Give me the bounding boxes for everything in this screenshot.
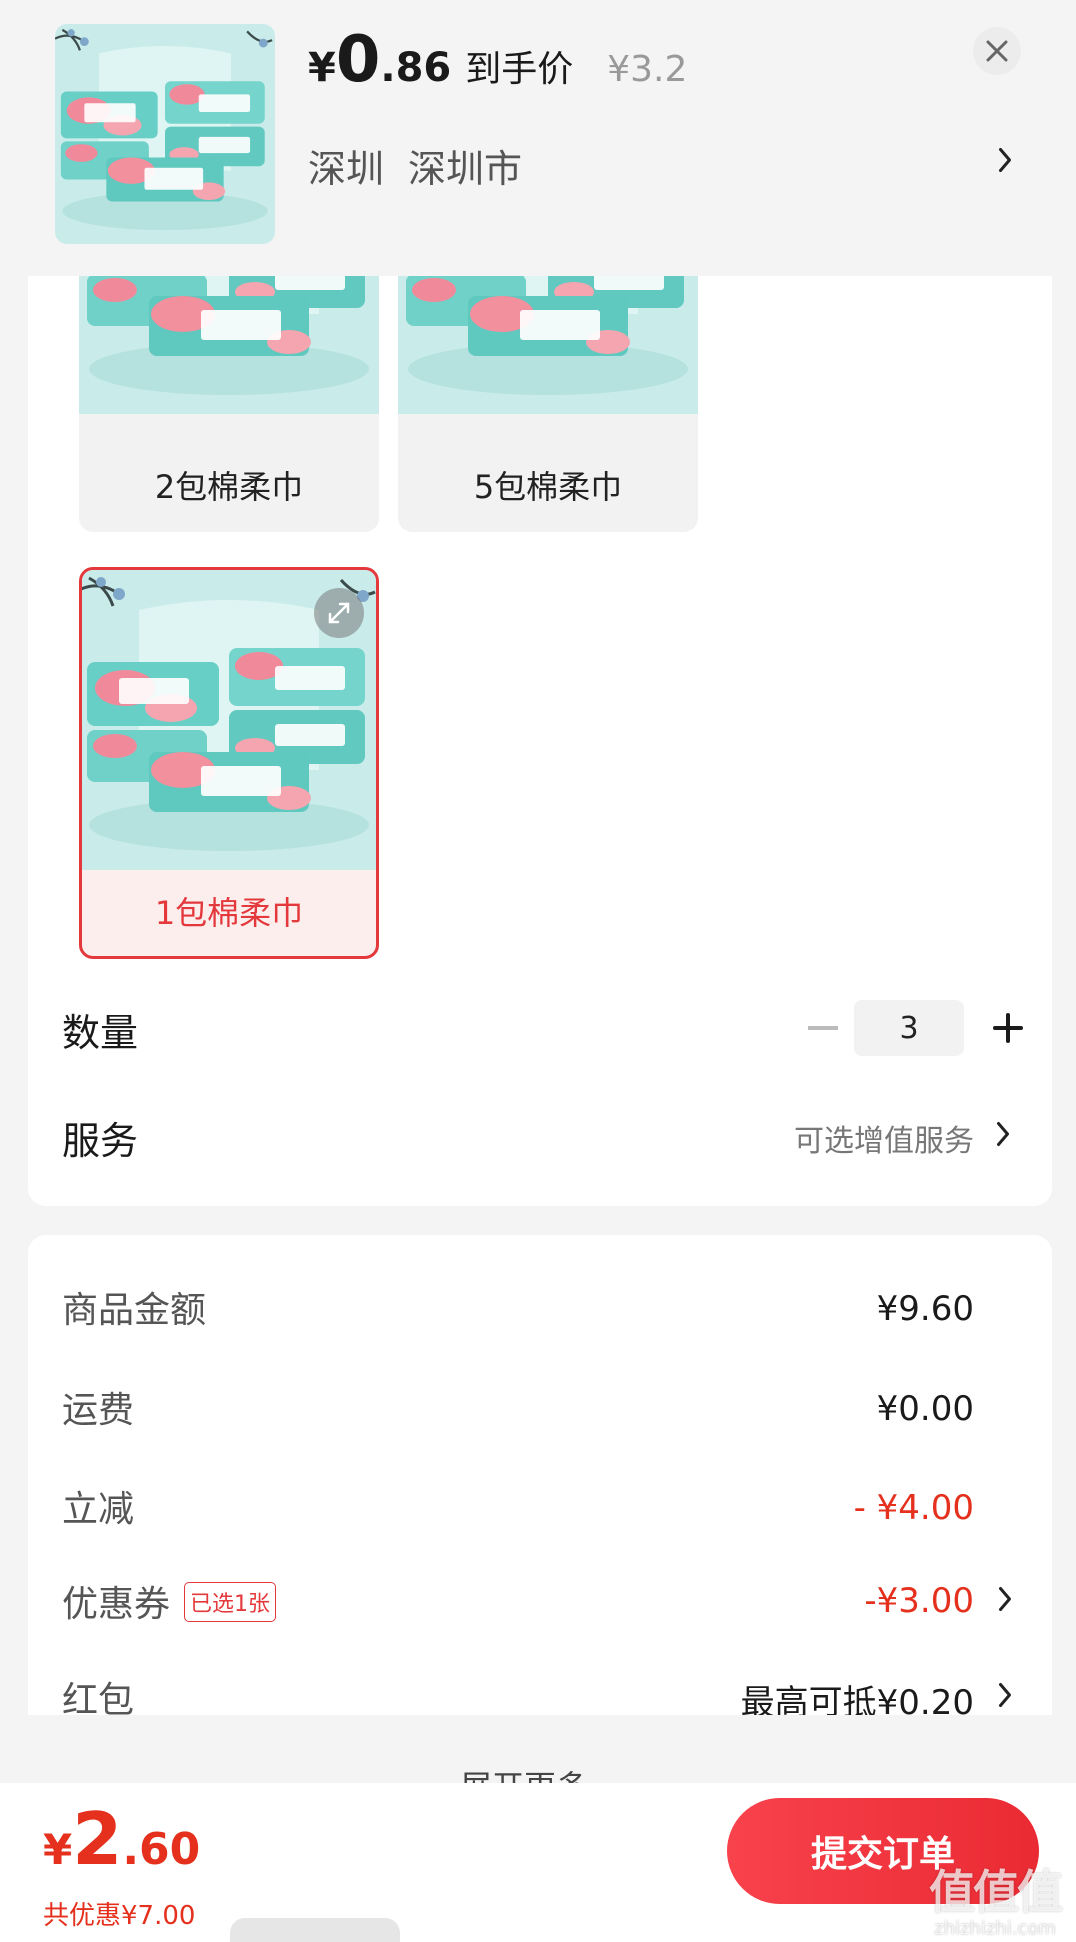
chevron-right-icon[interactable] xyxy=(994,1119,1012,1149)
discount-label: 立减 xyxy=(62,1489,135,1530)
sku-option-2pack[interactable]: 2包棉柔巾 xyxy=(79,276,379,532)
red-packet-value[interactable]: 最高可抵¥0.20 xyxy=(741,1675,974,1715)
sku-option-1pack[interactable]: 1包棉柔巾 xyxy=(79,567,379,959)
service-label: 服务 xyxy=(62,1119,139,1163)
coupon-tag: 已选1张 xyxy=(184,1582,277,1622)
total-savings: 共优惠¥7.00 xyxy=(43,1901,196,1931)
original-price: ¥3.2 xyxy=(607,49,688,90)
price-integer: 0 xyxy=(335,23,381,97)
quantity-input[interactable]: 3 xyxy=(854,1000,964,1056)
zoom-button[interactable] xyxy=(314,588,364,638)
zoom-icon xyxy=(328,602,350,624)
quantity-label: 数量 xyxy=(62,1011,139,1055)
sku-image xyxy=(79,276,379,414)
product-thumbnail[interactable] xyxy=(55,24,275,244)
shipping-value: ¥0.00 xyxy=(876,1389,974,1429)
total-integer: 2 xyxy=(72,1797,123,1881)
quantity-decrease-button[interactable] xyxy=(801,1006,845,1050)
product-image xyxy=(55,24,275,244)
sku-image xyxy=(398,276,698,414)
fee-card: 商品金额 ¥9.60 运费 ¥0.00 立减 - ¥4.00 优惠券 已选1张 -… xyxy=(28,1235,1052,1715)
total-decimal: .60 xyxy=(122,1824,201,1875)
price-decimal: .86 xyxy=(380,45,452,91)
sku-label: 2包棉柔巾 xyxy=(154,468,304,506)
sku-label: 1包棉柔巾 xyxy=(154,894,304,932)
coupon-label: 优惠券 xyxy=(62,1584,171,1625)
plus-icon xyxy=(993,1013,1023,1043)
close-icon xyxy=(986,40,1008,62)
watermark-logo: 值值值 xyxy=(929,1865,1063,1919)
currency-symbol: ¥ xyxy=(308,45,336,91)
watermark-url: zhizhizhi.com xyxy=(934,1918,1056,1939)
sku-option-5pack[interactable]: 5包棉柔巾 xyxy=(398,276,698,532)
delivery-address[interactable]: 深圳 深圳市 xyxy=(308,138,522,193)
coupon-value[interactable]: -¥3.00 xyxy=(864,1581,974,1621)
product-header: ¥ 0 .86 到手价 ¥3.2 深圳 深圳市 xyxy=(0,0,1076,276)
coupon-row[interactable]: 优惠券 已选1张 xyxy=(62,1575,277,1627)
chevron-right-icon[interactable] xyxy=(996,1584,1014,1614)
chevron-right-icon[interactable] xyxy=(996,1680,1014,1710)
watermark: 值值值 zhizhizhi.com xyxy=(920,1856,1070,1939)
sku-label: 5包棉柔巾 xyxy=(473,468,623,506)
goods-amount-value: ¥9.60 xyxy=(876,1289,974,1329)
service-hint[interactable]: 可选增值服务 xyxy=(794,1116,974,1160)
address-city: 深圳 xyxy=(308,147,385,191)
quantity-increase-button[interactable] xyxy=(986,1006,1030,1050)
total-price: ¥ 2 .60 xyxy=(43,1803,200,1875)
checkout-bar: ¥ 2 .60 共优惠¥7.00 提交订单 xyxy=(0,1783,1076,1942)
red-packet-label: 红包 xyxy=(62,1680,135,1715)
minus-icon xyxy=(808,1026,838,1030)
discount-value: - ¥4.00 xyxy=(853,1488,974,1528)
chevron-right-icon[interactable] xyxy=(996,145,1014,175)
address-district: 深圳市 xyxy=(408,147,523,191)
price-label: 到手价 xyxy=(465,49,574,90)
home-indicator xyxy=(230,1918,400,1942)
total-currency-symbol: ¥ xyxy=(43,1825,73,1874)
sku-card: 2包棉柔巾 5包棉柔巾 1包棉柔巾 数量 3 服务 可选增值服务 xyxy=(28,276,1052,1206)
final-price: ¥ 0 .86 到手价 ¥3.2 xyxy=(308,28,687,92)
shipping-label: 运费 xyxy=(62,1390,135,1431)
close-button[interactable] xyxy=(973,27,1021,75)
goods-amount-label: 商品金额 xyxy=(62,1290,207,1331)
